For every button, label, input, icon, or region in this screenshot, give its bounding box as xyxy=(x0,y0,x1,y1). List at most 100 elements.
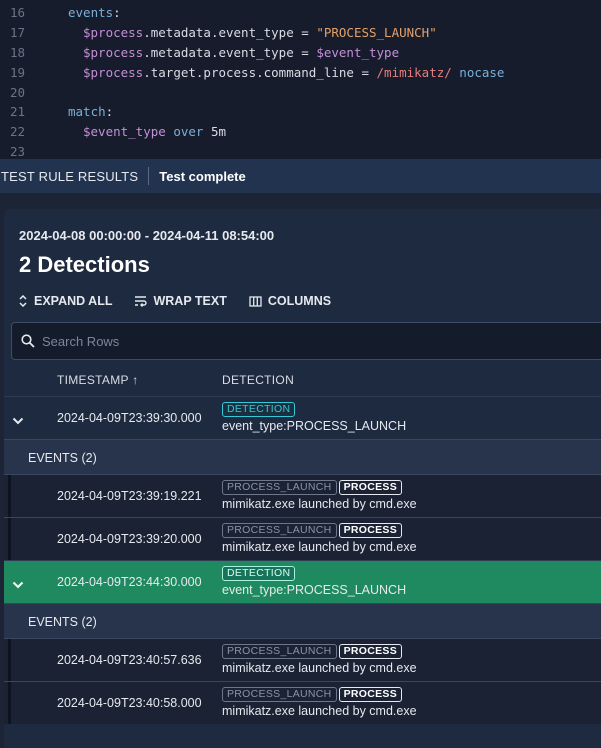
event-row[interactable]: 2024-04-09T23:40:58.000 PROCESS_LAUNCH PRO… xyxy=(4,681,601,724)
line-number: 17 xyxy=(10,25,26,40)
code-line: 22 $event_type over 5m xyxy=(0,122,601,142)
detection-badge: DETECTION xyxy=(222,402,296,417)
event-summary: mimikatz.exe launched by cmd.exe xyxy=(222,540,417,554)
detection-summary: event_type:PROCESS_LAUNCH xyxy=(222,583,407,597)
entity-type-badge: PROCESS xyxy=(338,523,403,538)
wrap-text-button[interactable]: WRAP TEXT xyxy=(134,294,227,308)
detection-row[interactable]: 2024-04-09T23:44:30.000 DETECTION event_ty… xyxy=(4,560,601,603)
code-token: $event_type xyxy=(316,45,400,60)
event-timestamp: 2024-04-09T23:40:57.636 xyxy=(57,653,202,667)
event-cell: PROCESS_LAUNCH PROCESS mimikatz.exe launch… xyxy=(222,686,417,718)
expand-all-button[interactable]: EXPAND ALL xyxy=(18,294,112,308)
code-token: over xyxy=(165,124,211,139)
expand-all-label: EXPAND ALL xyxy=(34,294,113,308)
code-text: events: xyxy=(68,3,121,23)
event-summary: mimikatz.exe launched by cmd.exe xyxy=(222,661,417,675)
results-bar-divider xyxy=(148,167,150,185)
code-token: : xyxy=(105,104,114,119)
code-text: match: xyxy=(68,102,113,122)
search-rows-box[interactable] xyxy=(11,322,601,360)
code-token: $process xyxy=(83,45,144,60)
event-timestamp: 2024-04-09T23:39:20.000 xyxy=(57,532,202,546)
code-line: 21 match: xyxy=(0,102,601,122)
event-type-badge: PROCESS_LAUNCH xyxy=(222,687,337,702)
event-summary: mimikatz.exe launched by cmd.exe xyxy=(222,497,417,511)
event-cell: PROCESS_LAUNCH PROCESS mimikatz.exe launch… xyxy=(222,522,417,554)
events-group-header[interactable]: EVENTS (2) xyxy=(4,603,601,638)
event-type-badge: PROCESS_LAUNCH xyxy=(222,480,337,495)
detection-row[interactable]: 2024-04-09T23:39:30.000 DETECTION event_ty… xyxy=(4,396,601,439)
line-number: 21 xyxy=(10,104,26,119)
code-token: $process xyxy=(83,25,144,40)
code-line: 17 $process.metadata.event_type = "PROCES… xyxy=(0,23,601,43)
event-timestamp: 2024-04-09T23:40:58.000 xyxy=(57,696,202,710)
event-type-badge: PROCESS_LAUNCH xyxy=(222,523,337,538)
event-type-badge: PROCESS_LAUNCH xyxy=(222,644,337,659)
code-text: $process.target.process.command_line = /… xyxy=(83,63,504,83)
line-number: 16 xyxy=(10,5,26,20)
columns-button[interactable]: COLUMNS xyxy=(249,294,331,308)
line-number: 22 xyxy=(10,124,26,139)
event-summary: mimikatz.exe launched by cmd.exe xyxy=(222,704,417,718)
wrap-text-icon xyxy=(134,295,148,307)
event-timestamp: 2024-04-09T23:39:19.221 xyxy=(57,489,202,503)
events-count-label: EVENTS (2) xyxy=(28,451,97,465)
line-number: 18 xyxy=(10,45,26,60)
expand-collapse-icon xyxy=(18,295,28,307)
line-number: 19 xyxy=(10,65,26,80)
event-row[interactable]: 2024-04-09T23:40:57.636 PROCESS_LAUNCH PRO… xyxy=(4,638,601,681)
code-token: events xyxy=(68,5,114,20)
table-header: TIMESTAMP ↑ DETECTION xyxy=(4,364,601,396)
results-panel: 2024-04-08 00:00:00 - 2024-04-11 08:54:0… xyxy=(4,209,601,748)
code-token: $event_type xyxy=(83,124,166,139)
code-line: 19 $process.target.process.command_line =… xyxy=(0,63,601,83)
code-token: : xyxy=(113,5,121,20)
detections-count-title: 2 Detections xyxy=(19,252,150,277)
code-token: .metadata.event_type = xyxy=(143,45,317,60)
code-text: $process.metadata.event_type = $event_ty… xyxy=(83,43,399,63)
events-group-header[interactable]: EVENTS (2) xyxy=(4,439,601,474)
code-line: 16 events: xyxy=(0,3,601,23)
wrap-text-label: WRAP TEXT xyxy=(153,294,227,308)
code-token: "PROCESS_LAUNCH" xyxy=(316,25,437,40)
date-range: 2024-04-08 00:00:00 - 2024-04-11 08:54:0… xyxy=(19,228,275,243)
event-row[interactable]: 2024-04-09T23:39:20.000 PROCESS_LAUNCH PRO… xyxy=(4,517,601,560)
event-cell: PROCESS_LAUNCH PROCESS mimikatz.exe launch… xyxy=(222,479,417,511)
chevron-down-icon[interactable] xyxy=(12,578,24,592)
code-text: $event_type over 5m xyxy=(83,122,226,142)
code-text: $process.metadata.event_type = "PROCESS_… xyxy=(83,23,437,43)
code-token: 5m xyxy=(210,124,227,139)
columns-label: COLUMNS xyxy=(267,294,332,308)
search-rows-input[interactable] xyxy=(42,331,582,351)
code-line: 18 $process.metadata.event_type = $event_… xyxy=(0,43,601,63)
code-token: .metadata.event_type = xyxy=(143,25,317,40)
detection-timestamp: 2024-04-09T23:44:30.000 xyxy=(57,575,202,589)
entity-type-badge: PROCESS xyxy=(338,644,403,659)
code-token: match xyxy=(68,104,106,119)
timestamp-column-header[interactable]: TIMESTAMP ↑ xyxy=(57,373,139,387)
event-row[interactable]: 2024-04-09T23:39:19.221 PROCESS_LAUNCH PRO… xyxy=(4,474,601,517)
rule-code-editor[interactable]: 16 events: 17 $process.metadata.event_type … xyxy=(0,0,601,159)
chevron-down-icon[interactable] xyxy=(12,414,24,428)
entity-type-badge: PROCESS xyxy=(338,480,403,495)
events-count-label: EVENTS (2) xyxy=(28,615,97,629)
detection-column-header[interactable]: DETECTION xyxy=(222,373,294,387)
code-line: 23 xyxy=(0,142,601,159)
detection-cell: DETECTION event_type:PROCESS_LAUNCH xyxy=(222,565,406,597)
code-line: 20 xyxy=(0,83,601,103)
detection-summary: event_type:PROCESS_LAUNCH xyxy=(222,419,407,433)
test-status: Test complete xyxy=(159,168,246,184)
event-cell: PROCESS_LAUNCH PROCESS mimikatz.exe launch… xyxy=(222,643,417,675)
test-rule-results-bar: TEST RULE RESULTS Test complete xyxy=(0,159,601,193)
code-token: .target.process.command_line = xyxy=(143,65,377,80)
results-toolbar: EXPAND ALL WRAP TEXT COLUMNS xyxy=(18,294,331,308)
entity-type-badge: PROCESS xyxy=(338,687,403,702)
detection-timestamp: 2024-04-09T23:39:30.000 xyxy=(57,411,202,425)
detection-badge: DETECTION xyxy=(222,566,296,581)
columns-icon xyxy=(249,295,262,307)
line-number: 23 xyxy=(10,144,26,159)
results-bar-title: TEST RULE RESULTS xyxy=(1,168,139,184)
detection-cell: DETECTION event_type:PROCESS_LAUNCH xyxy=(222,401,406,433)
code-token: /mimikatz/ xyxy=(376,65,452,80)
code-token: nocase xyxy=(451,65,505,80)
